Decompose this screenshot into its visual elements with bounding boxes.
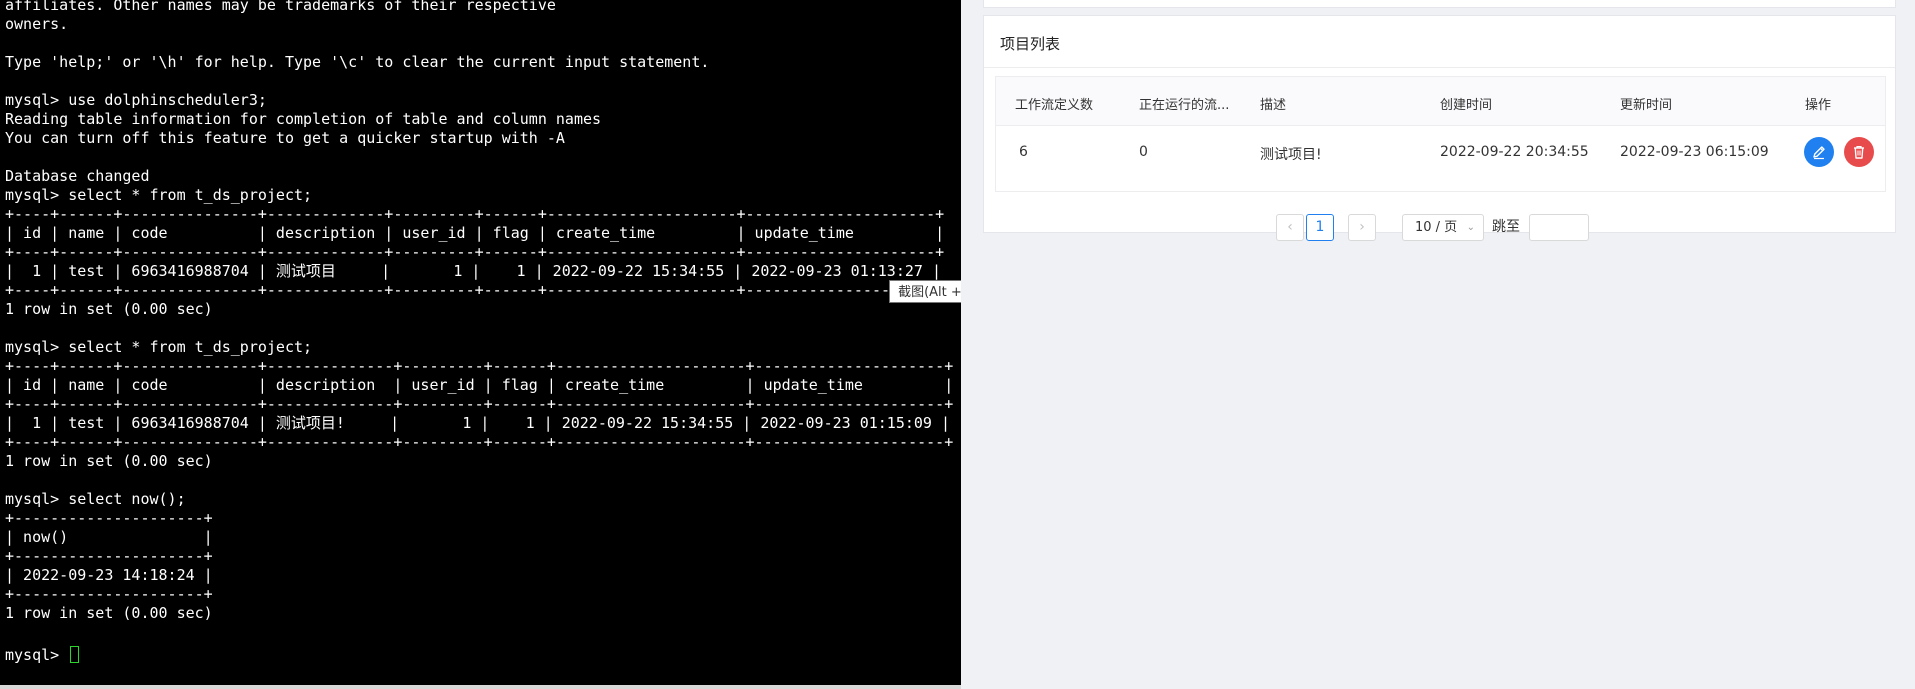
cell-running-count: 0 xyxy=(1139,144,1148,160)
terminal-line: mysql> select * from t_ds_project; xyxy=(5,338,313,356)
trash-icon xyxy=(1854,146,1864,159)
edit-button[interactable] xyxy=(1804,137,1834,167)
terminal-line: affiliates. Other names may be trademark… xyxy=(5,0,556,14)
terminal-line: +----+------+---------------+-----------… xyxy=(5,395,954,413)
terminal-line: +----+------+---------------+-----------… xyxy=(5,433,954,451)
terminal-line: 1 row in set (0.00 sec) xyxy=(5,604,213,622)
terminal-line: | 2022-09-23 14:18:24 | xyxy=(5,566,213,584)
terminal-line: +----+------+---------------+-----------… xyxy=(5,281,945,299)
terminal-line: 1 row in set (0.00 sec) xyxy=(5,300,213,318)
jump-page-input[interactable] xyxy=(1529,214,1589,241)
terminal-line: +---------------------+ xyxy=(5,547,213,565)
terminal-line: Database changed xyxy=(5,167,150,185)
terminal-line: mysql> select now(); xyxy=(5,490,186,508)
card-title: 项目列表 xyxy=(1000,35,1061,53)
jump-label: 跳至 xyxy=(1492,219,1520,235)
screenshot-tooltip: 截图(Alt + A) xyxy=(889,280,961,303)
delete-button[interactable] xyxy=(1844,137,1874,167)
prev-page-button[interactable]: ‹ xyxy=(1276,214,1304,241)
table-header: 工作流定义数 正在运行的流... 描述 创建时间 更新时间 操作 xyxy=(996,77,1885,126)
terminal-prompt: mysql> xyxy=(5,646,69,664)
terminal-line: 1 row in set (0.00 sec) xyxy=(5,452,213,470)
page-size-value: 10 / 页 xyxy=(1415,220,1458,235)
project-table: 工作流定义数 正在运行的流... 描述 创建时间 更新时间 操作 6 0 测试项… xyxy=(995,76,1886,192)
terminal-line: mysql> use dolphinscheduler3; xyxy=(5,91,267,109)
page-1-button[interactable]: 1 xyxy=(1306,214,1334,241)
terminal-line: +----+------+---------------+-----------… xyxy=(5,243,945,261)
column-header-update-time: 更新时间 xyxy=(1620,98,1673,113)
page-size-select[interactable]: 10 / 页 ⌄ xyxy=(1402,214,1484,241)
terminal-bottom-edge xyxy=(0,685,961,689)
terminal-line: | now() | xyxy=(5,528,213,546)
terminal-line: | id | name | code | description | user_… xyxy=(5,376,954,394)
terminal-line: | 1 | test | 6963416988704 | 测试项目! | 1 |… xyxy=(5,414,951,432)
table-row: 6 0 测试项目! 2022-09-22 20:34:55 2022-09-23… xyxy=(996,125,1885,180)
terminal-line: +----+------+---------------+-----------… xyxy=(5,357,954,375)
terminal-line: | id | name | code | description | user_… xyxy=(5,224,945,242)
top-card-edge xyxy=(983,0,1896,8)
column-header-create-time: 创建时间 xyxy=(1440,98,1493,113)
cell-description: 测试项目! xyxy=(1260,147,1322,163)
cell-create-time: 2022-09-22 20:34:55 xyxy=(1440,144,1589,160)
terminal-output: affiliates. Other names may be trademark… xyxy=(5,0,953,623)
terminal-line: +---------------------+ xyxy=(5,509,213,527)
terminal-line: Type 'help;' or '\h' for help. Type '\c'… xyxy=(5,53,710,71)
terminal-line: +----+------+---------------+-----------… xyxy=(5,205,945,223)
terminal-prompt-line[interactable]: mysql> xyxy=(5,646,80,665)
terminal-cursor xyxy=(70,646,80,663)
cell-workflow-count: 6 xyxy=(1019,144,1028,160)
next-page-button[interactable]: › xyxy=(1348,214,1376,241)
chevron-down-icon: ⌄ xyxy=(1466,222,1475,233)
cell-update-time: 2022-09-23 06:15:09 xyxy=(1620,144,1769,160)
terminal-line: mysql> select * from t_ds_project; xyxy=(5,186,313,204)
column-header-workflow-count: 工作流定义数 xyxy=(1015,98,1094,113)
pagination: ‹ 1 › 10 / 页 ⌄ 跳至 xyxy=(984,214,1895,244)
column-header-actions: 操作 xyxy=(1805,98,1832,113)
column-header-running: 正在运行的流... xyxy=(1139,98,1230,113)
terminal-window[interactable]: affiliates. Other names may be trademark… xyxy=(0,0,961,685)
project-panel: 项目列表 工作流定义数 正在运行的流... 描述 创建时间 更新时间 操作 6 … xyxy=(961,0,1915,689)
terminal-line: Reading table information for completion… xyxy=(5,110,602,128)
edit-pencil-icon xyxy=(1813,146,1825,160)
column-header-description: 描述 xyxy=(1260,98,1287,113)
terminal-line: owners. xyxy=(5,15,69,33)
project-list-card: 项目列表 工作流定义数 正在运行的流... 描述 创建时间 更新时间 操作 6 … xyxy=(983,15,1896,241)
terminal-line: +---------------------+ xyxy=(5,585,213,603)
card-divider xyxy=(984,67,1895,68)
terminal-line: You can turn off this feature to get a q… xyxy=(5,129,565,147)
terminal-line: | 1 | test | 6963416988704 | 测试项目 | 1 | … xyxy=(5,262,941,280)
